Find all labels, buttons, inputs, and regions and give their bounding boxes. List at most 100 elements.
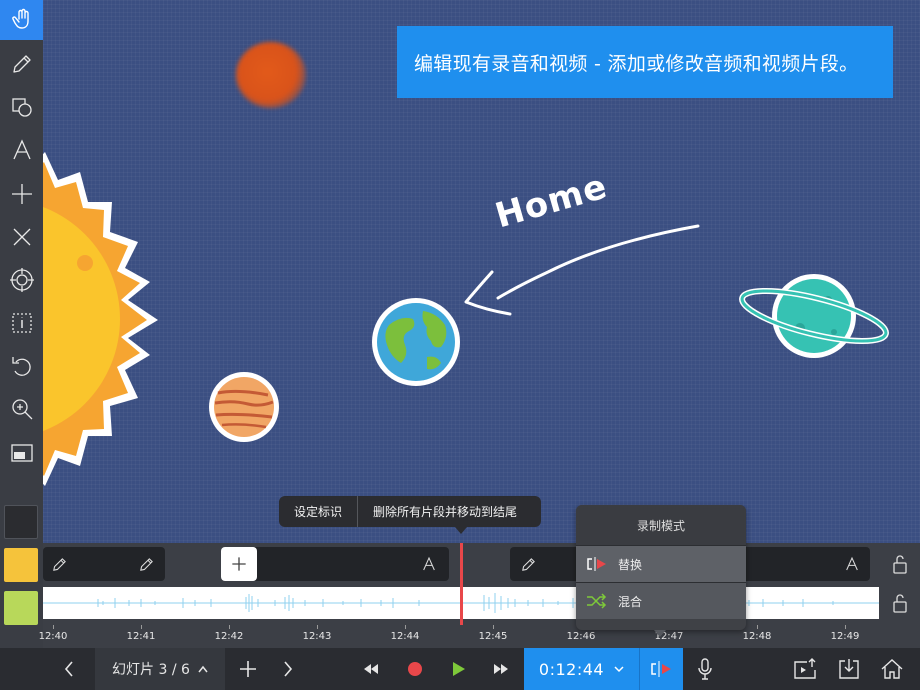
add-icon: [232, 557, 246, 571]
add-slide-button[interactable]: [230, 648, 266, 690]
pencil-tool-button[interactable]: [0, 44, 43, 84]
ruler-tick: [493, 625, 494, 629]
ruler-label: 12:46: [566, 631, 596, 642]
saturn-illustration: [739, 274, 889, 358]
time-ruler[interactable]: 12:40 12:41 12:42 12:43 12:44 12:45 12:4…: [39, 625, 920, 648]
add-icon: [240, 661, 256, 677]
record-mode-mix-label: 混合: [618, 594, 643, 609]
unlock-icon: [893, 594, 907, 613]
play-button[interactable]: [440, 648, 478, 690]
jupiter-illustration: [209, 372, 279, 442]
ruler-tick: [141, 625, 142, 629]
slide-label: 幻灯片 3 / 6: [112, 662, 190, 678]
time-display[interactable]: 0:12:44: [524, 648, 639, 690]
banner-text: 编辑现有录音和视频 - 添加或修改音频和视频片段。: [414, 52, 859, 75]
current-time: 0:12:44: [538, 659, 605, 679]
ruler-label: 12:40: [38, 631, 68, 642]
ruler-tick: [845, 625, 846, 629]
home-icon: [881, 659, 903, 679]
text-track-segment[interactable]: [221, 547, 449, 581]
color-swatch-yellow[interactable]: [4, 548, 38, 582]
zoom-tool-button[interactable]: [0, 389, 43, 429]
laser-pointer-tool-button[interactable]: [0, 260, 43, 300]
earth-illustration: [372, 298, 460, 386]
sun-illustration: [43, 152, 158, 486]
ruler-label: 12:41: [126, 631, 156, 642]
background-icon: [10, 444, 33, 462]
playhead[interactable]: [460, 543, 463, 625]
select-tool-button[interactable]: [0, 303, 43, 343]
import-button[interactable]: [830, 648, 868, 690]
zoom-icon: [11, 399, 32, 420]
timeline-panel: 12:40 12:41 12:42 12:43 12:44 12:45 12:4…: [39, 543, 920, 648]
pencil-icon: [12, 55, 31, 73]
add-tool-button[interactable]: [0, 174, 43, 214]
ruler-tick: [405, 625, 406, 629]
track-lock-button[interactable]: [888, 551, 912, 577]
next-slide-button[interactable]: [270, 648, 306, 690]
export-video-icon: [794, 658, 816, 679]
ruler-label: 12:43: [302, 631, 332, 642]
chevron-right-icon: [284, 661, 293, 677]
delete-all-segments-menu-item[interactable]: 删除所有片段并移动到结尾: [358, 496, 532, 527]
timeline-context-menu: 设定标识 删除所有片段并移动到结尾: [279, 496, 541, 527]
pencil-icon[interactable]: [51, 556, 68, 573]
context-menu-pointer: [455, 527, 467, 534]
export-video-button[interactable]: [786, 648, 824, 690]
text-icon: [12, 139, 31, 160]
add-segment-button[interactable]: [221, 547, 257, 581]
record-mode-button[interactable]: [639, 648, 683, 690]
unlock-icon: [893, 555, 907, 574]
chevron-down-icon: [614, 666, 624, 673]
app-window: Home 编辑现有录音和视频 - 添加或修改音频和视频片段。 12:40 12:…: [0, 0, 920, 690]
replace-icon: [576, 557, 618, 571]
record-mode-mix-option[interactable]: 混合: [576, 582, 746, 619]
microphone-button[interactable]: [688, 648, 722, 690]
shapes-tool-button[interactable]: [0, 87, 43, 127]
text-icon[interactable]: [421, 556, 437, 572]
pencil-icon[interactable]: [138, 556, 155, 573]
ruler-label: 12:48: [742, 631, 772, 642]
background-tool-button[interactable]: [0, 433, 43, 473]
record-mode-replace-option[interactable]: 替换: [576, 545, 746, 582]
undo-tool-button[interactable]: [0, 346, 43, 386]
ruler-tick: [757, 625, 758, 629]
audio-lock-button[interactable]: [888, 590, 912, 616]
record-button[interactable]: [396, 648, 434, 690]
color-swatch-green[interactable]: [4, 591, 38, 625]
select-icon: [11, 313, 32, 333]
ruler-tick: [53, 625, 54, 629]
delete-tool-button[interactable]: [0, 217, 43, 257]
rewind-button[interactable]: [352, 648, 390, 690]
record-icon: [408, 662, 422, 676]
record-mode-title: 录制模式: [576, 505, 746, 545]
home-button[interactable]: [873, 648, 911, 690]
set-marker-menu-item[interactable]: 设定标识: [279, 496, 357, 527]
chevron-up-icon: [198, 665, 208, 673]
pencil-icon[interactable]: [520, 556, 537, 573]
text-tool-button[interactable]: [0, 130, 43, 170]
video-track-segment-1[interactable]: [43, 547, 165, 581]
record-mode-popup: 录制模式 替换 混合: [576, 505, 746, 630]
hand-icon: [11, 8, 29, 29]
record-mode-replace-label: 替换: [618, 557, 643, 572]
add-icon: [11, 184, 32, 204]
color-swatch-black[interactable]: [4, 505, 38, 539]
laser-pointer-icon: [9, 268, 34, 292]
chevron-left-icon: [64, 661, 73, 677]
fast-forward-button[interactable]: [482, 648, 520, 690]
text-icon[interactable]: [844, 556, 860, 572]
microphone-icon: [698, 658, 712, 680]
ruler-tick: [317, 625, 318, 629]
mars-illustration: [236, 42, 306, 108]
ruler-label: 12:49: [830, 631, 860, 642]
hand-tool-button[interactable]: [0, 0, 43, 40]
left-toolbar: [0, 0, 43, 648]
previous-slide-button[interactable]: [50, 648, 88, 690]
slide-selector[interactable]: 幻灯片 3 / 6: [95, 648, 225, 690]
whiteboard-canvas[interactable]: Home 编辑现有录音和视频 - 添加或修改音频和视频片段。: [43, 0, 920, 543]
ruler-label: 12:44: [390, 631, 420, 642]
ruler-tick: [229, 625, 230, 629]
shapes-icon: [11, 98, 32, 117]
download-icon: [839, 659, 859, 679]
